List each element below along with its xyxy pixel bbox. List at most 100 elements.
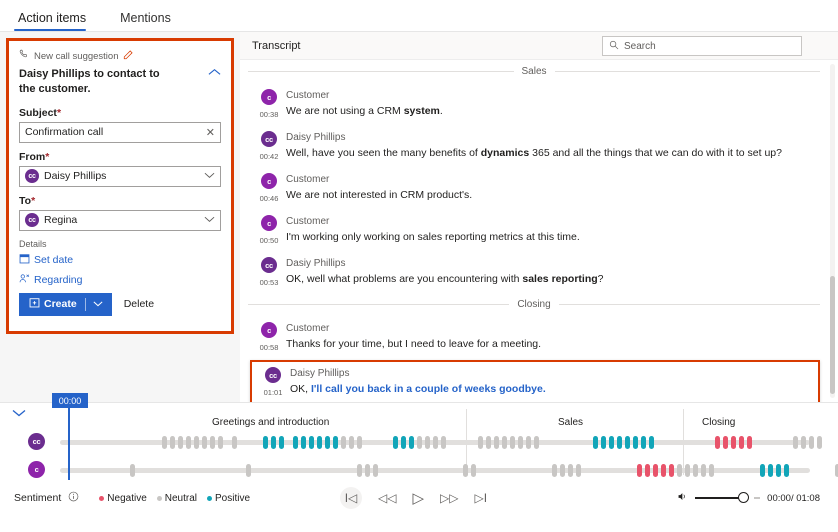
sentiment-tick[interactable] <box>801 436 806 449</box>
transcript-message[interactable]: cc 00:42 Daisy Phillips Well, have you seen… <box>240 125 838 167</box>
sentiment-tick[interactable] <box>776 464 781 477</box>
sentiment-tick[interactable] <box>210 436 215 449</box>
playhead-line[interactable] <box>68 408 70 480</box>
sentiment-tick[interactable] <box>202 436 207 449</box>
sentiment-tick[interactable] <box>747 436 752 449</box>
sentiment-tick[interactable] <box>333 436 338 449</box>
sentiment-tick[interactable] <box>661 464 666 477</box>
sentiment-tick[interactable] <box>301 436 306 449</box>
chevron-down-icon[interactable] <box>204 214 215 226</box>
sentiment-tick[interactable] <box>279 436 284 449</box>
sentiment-tick[interactable] <box>218 436 223 449</box>
regarding-link[interactable]: Regarding <box>19 273 221 287</box>
sentiment-tick[interactable] <box>186 436 191 449</box>
sentiment-tick[interactable] <box>568 464 573 477</box>
sentiment-tick[interactable] <box>325 436 330 449</box>
to-select[interactable]: cc Regina <box>19 209 221 231</box>
sentiment-tick[interactable] <box>637 464 642 477</box>
chevron-down-icon[interactable] <box>204 170 215 182</box>
transcript-message[interactable]: c 00:58 Customer Thanks for your time, but … <box>240 316 838 358</box>
skip-to-start-icon[interactable]: I◁ <box>340 487 362 509</box>
sentiment-tick[interactable] <box>552 464 557 477</box>
sentiment-tick[interactable] <box>645 464 650 477</box>
sentiment-tick[interactable] <box>433 436 438 449</box>
sentiment-tick[interactable] <box>232 436 237 449</box>
sentiment-tick[interactable] <box>246 464 251 477</box>
sentiment-tick[interactable] <box>194 436 199 449</box>
pencil-edit-icon[interactable] <box>123 49 133 63</box>
tab-action-items[interactable]: Action items <box>14 11 98 31</box>
sentiment-tick[interactable] <box>349 436 354 449</box>
skip-to-end-icon[interactable]: ▷I <box>474 491 487 505</box>
sentiment-tick[interactable] <box>669 464 674 477</box>
transcript-message[interactable]: c 00:46 Customer We are not interested in C… <box>240 167 838 209</box>
sentiment-tick[interactable] <box>739 436 744 449</box>
sentiment-tick[interactable] <box>625 436 630 449</box>
sentiment-tick[interactable] <box>373 464 378 477</box>
timeline-track[interactable] <box>60 436 822 449</box>
sentiment-tick[interactable] <box>526 436 531 449</box>
sentiment-tick[interactable] <box>649 436 654 449</box>
sentiment-tick[interactable] <box>293 436 298 449</box>
sentiment-tick[interactable] <box>162 436 167 449</box>
sentiment-tick[interactable] <box>409 436 414 449</box>
sentiment-tick[interactable] <box>677 464 682 477</box>
sentiment-tick[interactable] <box>817 436 822 449</box>
create-button[interactable]: Create <box>19 292 112 316</box>
from-select[interactable]: cc Daisy Phillips <box>19 165 221 187</box>
timeline-track[interactable] <box>60 464 838 477</box>
sentiment-tick[interactable] <box>560 464 565 477</box>
sentiment-tick[interactable] <box>715 436 720 449</box>
volume-slider[interactable] <box>695 492 750 503</box>
sentiment-tick[interactable] <box>401 436 406 449</box>
set-date-link[interactable]: Set date <box>19 253 221 267</box>
sentiment-tick[interactable] <box>633 436 638 449</box>
volume-icon[interactable] <box>676 491 688 505</box>
sentiment-tick[interactable] <box>653 464 658 477</box>
chevron-down-icon[interactable] <box>12 409 26 421</box>
sentiment-tick[interactable] <box>471 464 476 477</box>
search-input[interactable]: Search <box>602 36 802 56</box>
sentiment-tick[interactable] <box>576 464 581 477</box>
sentiment-tick[interactable] <box>768 464 773 477</box>
sentiment-tick[interactable] <box>486 436 491 449</box>
delete-button[interactable]: Delete <box>124 298 154 310</box>
sentiment-tick[interactable] <box>317 436 322 449</box>
transcript-message[interactable]: c 00:38 Customer We are not using a CRM sys… <box>240 83 838 125</box>
play-icon[interactable]: ▷ <box>412 489 424 507</box>
sentiment-tick[interactable] <box>393 436 398 449</box>
sentiment-tick[interactable] <box>760 464 765 477</box>
sentiment-tick[interactable] <box>271 436 276 449</box>
sentiment-tick[interactable] <box>641 436 646 449</box>
sentiment-tick[interactable] <box>357 436 362 449</box>
sentiment-tick[interactable] <box>130 464 135 477</box>
sentiment-tick[interactable] <box>518 436 523 449</box>
sentiment-tick[interactable] <box>357 464 362 477</box>
sentiment-tick[interactable] <box>441 436 446 449</box>
chevron-up-icon[interactable] <box>208 67 221 79</box>
volume-slider-knob[interactable] <box>738 492 750 503</box>
sentiment-tick[interactable] <box>309 436 314 449</box>
sentiment-tick[interactable] <box>417 436 422 449</box>
sentiment-tick[interactable] <box>463 464 468 477</box>
sentiment-tick[interactable] <box>693 464 698 477</box>
sentiment-tick[interactable] <box>341 436 346 449</box>
sentiment-tick[interactable] <box>510 436 515 449</box>
sentiment-tick[interactable] <box>425 436 430 449</box>
close-icon[interactable]: ✕ <box>206 126 215 139</box>
sentiment-tick[interactable] <box>685 464 690 477</box>
sentiment-tick[interactable] <box>478 436 483 449</box>
sentiment-tick[interactable] <box>809 436 814 449</box>
sentiment-tick[interactable] <box>784 464 789 477</box>
sentiment-tick[interactable] <box>502 436 507 449</box>
tab-mentions[interactable]: Mentions <box>116 11 183 31</box>
transcript-message[interactable]: cc 00:53 Dasiy Phillips OK, well what probl… <box>240 251 838 293</box>
sentiment-tick[interactable] <box>701 464 706 477</box>
sentiment-tick[interactable] <box>365 464 370 477</box>
sentiment-tick[interactable] <box>709 464 714 477</box>
sentiment-tick[interactable] <box>593 436 598 449</box>
transcript-message[interactable]: c 00:50 Customer I'm working only working o… <box>240 209 838 251</box>
sentiment-tick[interactable] <box>170 436 175 449</box>
transcript-list[interactable]: Sales c 00:38 Customer We are not using a CR… <box>240 60 838 402</box>
sentiment-tick[interactable] <box>723 436 728 449</box>
